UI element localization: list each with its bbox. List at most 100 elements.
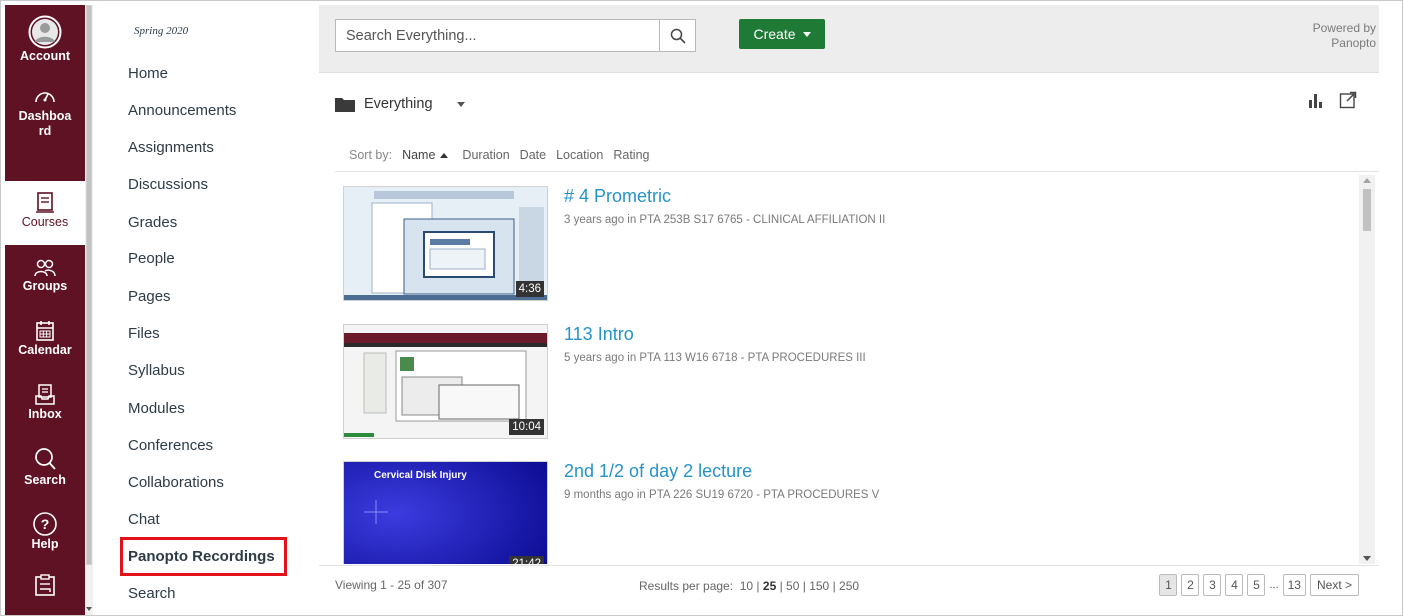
page-2[interactable]: 2 (1181, 574, 1200, 596)
global-nav-groups[interactable]: Groups (5, 257, 85, 294)
course-nav-files[interactable]: Files (128, 325, 160, 342)
account-icon (28, 15, 62, 49)
create-button[interactable]: Create (739, 19, 825, 49)
global-nav-search-label: Search (24, 473, 66, 487)
search-button[interactable] (659, 20, 695, 51)
rpp-option-250[interactable]: 250 (839, 579, 859, 593)
global-nav-help-label: Help (31, 537, 59, 551)
scroll-down-icon[interactable] (86, 607, 92, 611)
global-nav-history[interactable] (5, 573, 85, 599)
rpp-option-50[interactable]: 50 (786, 579, 799, 593)
sort-ascending-icon (440, 153, 449, 158)
rpp-option-10[interactable]: 10 (740, 579, 753, 593)
session-meta: 5 years ago in PTA 113 W16 6718 - PTA PR… (564, 352, 866, 364)
session-meta: 3 years ago in PTA 253B S17 6765 - CLINI… (564, 214, 886, 226)
session-title[interactable]: 2nd 1/2 of day 2 lecture (564, 461, 752, 482)
inbox-icon (35, 384, 55, 405)
global-nav: Account Dashboa rd Courses Groups Calend… (5, 5, 85, 615)
powered-by: Powered by Panopto (1313, 21, 1376, 51)
highlight-annotation (120, 537, 287, 576)
global-nav-dashboard[interactable]: Dashboa rd (5, 85, 85, 139)
folder-selector[interactable]: Everything (335, 93, 465, 115)
search-input[interactable] (336, 20, 661, 51)
session-list-scrollbar[interactable] (1359, 175, 1375, 564)
thumbnail-image: Cervical Disk Injury (344, 462, 547, 564)
global-nav-calendar[interactable]: Calendar (5, 319, 85, 358)
course-nav-home[interactable]: Home (128, 65, 168, 82)
course-nav-search[interactable]: Search (128, 585, 176, 602)
app-frame: Account Dashboa rd Courses Groups Calend… (0, 0, 1403, 616)
sort-duration[interactable]: Duration (462, 148, 509, 162)
next-page-button[interactable]: Next > (1309, 574, 1359, 596)
course-nav-conferences[interactable]: Conferences (128, 437, 213, 454)
folder-tools (1307, 91, 1357, 109)
global-nav-inbox-label: Inbox (28, 407, 62, 421)
course-nav-collaborations[interactable]: Collaborations (128, 474, 224, 491)
page-13[interactable]: 13 (1282, 574, 1306, 596)
rpp-option-25[interactable]: 25 (763, 579, 776, 593)
global-nav-courses-label: Courses (21, 215, 69, 229)
term-label: Spring 2020 (134, 25, 189, 37)
powered-by-line1: Powered by (1312, 21, 1376, 35)
powered-by-line2: Panopto (1331, 36, 1376, 50)
session-row[interactable]: 10:04 113 Intro 5 years ago in PTA 113 W… (343, 310, 1343, 439)
session-row[interactable]: 4:36 # 4 Prometric 3 years ago in PTA 25… (343, 172, 1343, 301)
open-external-icon[interactable] (1339, 91, 1357, 109)
create-button-label: Create (753, 26, 796, 42)
list-footer: Viewing 1 - 25 of 307 Results per page: … (319, 565, 1379, 601)
sort-date[interactable]: Date (520, 148, 546, 162)
page-5[interactable]: 5 (1247, 574, 1266, 596)
sort-location[interactable]: Location (556, 148, 603, 162)
rpp-label: Results per page: (639, 579, 734, 593)
session-title[interactable]: # 4 Prometric (564, 186, 671, 207)
global-nav-dashboard-label-line1: Dashboa (18, 109, 72, 123)
course-nav-modules[interactable]: Modules (128, 400, 185, 417)
folder-caret-icon (456, 101, 465, 107)
course-nav-people[interactable]: People (128, 250, 175, 267)
course-nav-discussions[interactable]: Discussions (128, 176, 208, 193)
scrollbar-thumb[interactable] (1363, 189, 1371, 231)
sort-name-label: Name (402, 148, 436, 162)
global-nav-inbox[interactable]: Inbox (5, 383, 85, 422)
session-meta: 9 months ago in PTA 226 SU19 6720 - PTA … (564, 489, 880, 501)
session-thumbnail[interactable]: 4:36 (343, 186, 548, 301)
course-nav-chat[interactable]: Chat (128, 511, 160, 528)
stats-icon[interactable] (1307, 92, 1325, 108)
global-nav-scrollbar[interactable] (85, 5, 93, 615)
global-nav-help[interactable]: ? Help (5, 511, 85, 552)
page-1[interactable]: 1 (1159, 574, 1178, 596)
page-ellipsis: ... (1269, 579, 1279, 591)
scroll-up-icon[interactable] (1363, 178, 1371, 183)
duration-badge: 4:36 (515, 281, 544, 297)
page-3[interactable]: 3 (1203, 574, 1222, 596)
global-nav-account[interactable]: Account (5, 15, 85, 64)
panopto-panel: Create Powered by Panopto Everything (319, 5, 1379, 615)
session-thumbnail[interactable]: 10:04 (343, 324, 548, 439)
sort-rating[interactable]: Rating (613, 148, 649, 162)
course-nav-grades[interactable]: Grades (128, 214, 177, 231)
viewing-count: Viewing 1 - 25 of 307 (335, 578, 448, 592)
scroll-down-icon[interactable] (1363, 556, 1371, 561)
sort-name[interactable]: Name (402, 148, 449, 162)
folder-name: Everything (364, 96, 433, 112)
search-box (335, 19, 696, 52)
course-nav-announcements[interactable]: Announcements (128, 102, 236, 119)
course-nav-syllabus[interactable]: Syllabus (128, 362, 185, 379)
global-nav-account-label: Account (20, 49, 70, 63)
session-thumbnail[interactable]: Cervical Disk Injury 21:42 (343, 461, 548, 564)
svg-text:?: ? (41, 516, 50, 532)
global-nav-search[interactable]: Search (5, 447, 85, 488)
global-nav-dashboard-label-line2: rd (38, 124, 52, 138)
session-title[interactable]: 113 Intro (564, 324, 634, 345)
page-4[interactable]: 4 (1225, 574, 1244, 596)
global-nav-courses[interactable]: Courses (5, 181, 85, 245)
global-nav-scrollbar-thumb[interactable] (86, 5, 92, 565)
course-nav-pages[interactable]: Pages (128, 288, 171, 305)
global-nav-groups-label: Groups (22, 279, 68, 293)
duration-badge: 21:42 (509, 556, 544, 564)
rpp-option-150[interactable]: 150 (809, 579, 829, 593)
session-row[interactable]: Cervical Disk Injury 21:42 2nd 1/2 of da… (343, 447, 1343, 564)
course-nav-assignments[interactable]: Assignments (128, 139, 214, 156)
calendar-icon (36, 321, 54, 341)
session-list: 4:36 # 4 Prometric 3 years ago in PTA 25… (319, 172, 1379, 564)
